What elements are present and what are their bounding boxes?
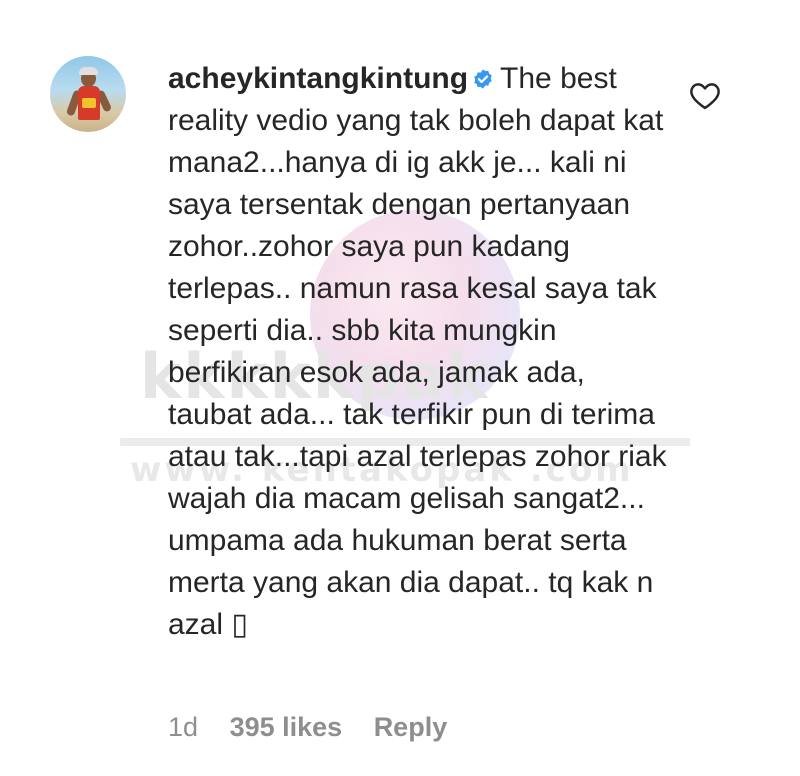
- comment-meta: 1d 395 likes Reply: [168, 712, 471, 743]
- avatar-figure-print: [82, 98, 96, 108]
- likes-count[interactable]: 395 likes: [230, 712, 343, 742]
- comment: acheykintangkintung The best reality ved…: [168, 58, 668, 646]
- verified-badge-icon: [474, 69, 492, 89]
- username-link[interactable]: acheykintangkintung: [168, 62, 468, 95]
- comment-text: The best reality vedio yang tak boleh da…: [168, 62, 667, 641]
- heart-outline-icon[interactable]: [688, 80, 722, 110]
- avatar[interactable]: [50, 56, 126, 132]
- avatar-figure-cap: [79, 67, 98, 75]
- reply-button[interactable]: Reply: [374, 712, 448, 742]
- comment-time[interactable]: 1d: [168, 712, 198, 742]
